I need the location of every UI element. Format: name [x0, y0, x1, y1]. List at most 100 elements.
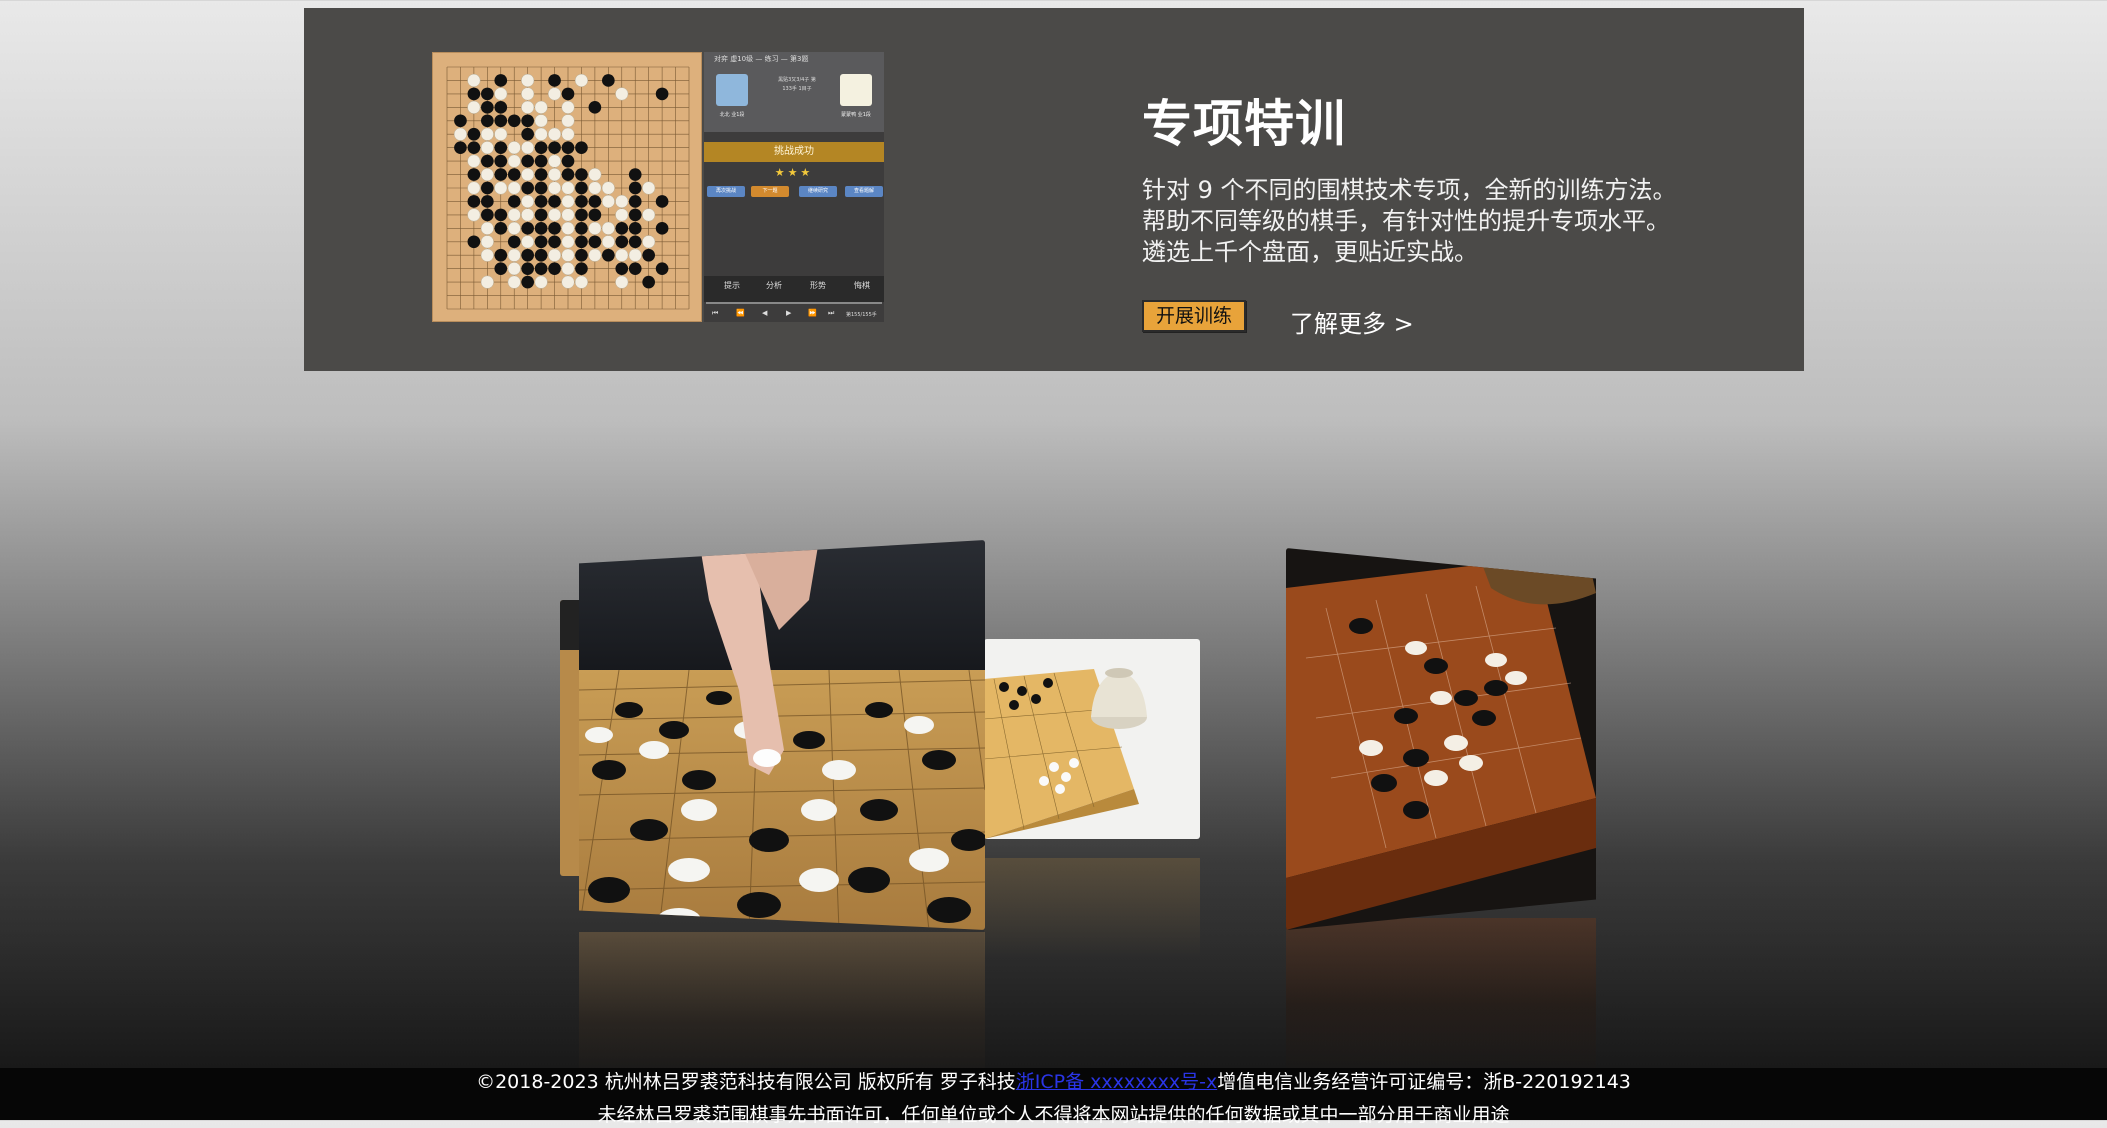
wooden-board-photo[interactable]: [1286, 548, 1596, 930]
black-stone: [534, 154, 548, 168]
black-stone: [575, 168, 588, 181]
black-stone: [467, 235, 481, 249]
black-stone: [575, 262, 588, 275]
white-stone: [588, 221, 602, 235]
footer-notice: 未经林吕罗裘范围棋事先书面许可，任何单位或个人不得将本网站提供的任何数据或其中一…: [597, 1104, 1510, 1126]
license-text: 增值电信业务经营许可证编号：浙B-220192143: [1217, 1071, 1631, 1093]
learn-more-link[interactable]: 了解更多 >: [1290, 304, 1414, 339]
board-with-bowl-photo[interactable]: [984, 639, 1200, 839]
black-stone: [642, 248, 655, 262]
analysis-tool: 分析: [766, 281, 782, 290]
white-stone: [601, 194, 615, 209]
white-stone: [615, 208, 629, 222]
black-stone: [521, 127, 534, 141]
forward-five-icon: ⏩: [808, 309, 817, 317]
white-stone: [494, 87, 508, 101]
retry-button: 再次挑战: [707, 186, 745, 197]
player-right-avatar: [840, 74, 872, 106]
white-stone: [615, 248, 629, 262]
result-buttons: 再次挑战 下一题 继续研究 查看题解: [707, 186, 883, 198]
player-left-avatar: [716, 74, 748, 106]
black-stone: [588, 235, 602, 249]
white-stone: [480, 167, 494, 182]
white-stone: [534, 127, 548, 141]
white-stone: [642, 208, 656, 222]
right-photo-reflection: [1286, 918, 1596, 1078]
white-stone: [547, 248, 562, 262]
site-footer: ©2018-2023 杭州林吕罗裘范科技有限公司 版权所有 罗子科技浙ICP备 …: [0, 1068, 2107, 1126]
black-stone: [602, 248, 615, 262]
black-stone: [655, 195, 669, 208]
move-transport: ⏮ ⏪ ◀ ▶ ⏩ ⏭ 第155/155手: [704, 306, 884, 322]
white-stone: [615, 87, 629, 101]
black-stone: [467, 141, 481, 154]
black-stone: [534, 141, 548, 154]
white-stone: [601, 235, 615, 249]
black-stone: [467, 87, 481, 101]
black-stone: [467, 127, 481, 141]
black-stone: [494, 262, 508, 275]
black-stone: [628, 181, 642, 195]
black-stone: [548, 195, 561, 208]
go-board: [432, 52, 702, 322]
description-line: 遴选上千个盘面，更贴近实战。: [1142, 238, 1478, 266]
white-stone: [628, 248, 642, 262]
white-stone: [588, 167, 602, 182]
white-stone: [521, 100, 535, 114]
white-stone: [547, 127, 562, 141]
match-info: 黑贴3又3/4子 第133手 1目子: [778, 77, 816, 92]
start-training-button[interactable]: 开展训练: [1142, 300, 1246, 332]
white-stone: [507, 275, 521, 289]
next-move-icon: ▶: [786, 309, 792, 317]
black-stone: [575, 208, 588, 222]
black-stone: [494, 208, 508, 222]
feature-title: 专项特训: [1142, 95, 1346, 153]
white-stone: [494, 127, 508, 141]
black-stone: [588, 208, 602, 222]
white-stone: [534, 100, 548, 114]
first-move-icon: ⏮: [712, 309, 719, 317]
white-stone: [521, 235, 535, 249]
carousel-back-photo[interactable]: [560, 600, 582, 876]
white-stone: [574, 73, 589, 88]
white-stone: [561, 114, 575, 128]
black-stone: [561, 154, 575, 168]
go-board-grid: [446, 66, 690, 310]
black-stone: [561, 87, 575, 101]
white-stone: [561, 262, 575, 276]
white-stone: [480, 141, 494, 155]
black-stone: [615, 262, 629, 275]
white-stone: [480, 235, 494, 249]
black-stone: [494, 74, 508, 87]
progress-track: [706, 302, 882, 304]
white-stone: [615, 194, 629, 209]
white-stone: [480, 221, 494, 235]
black-stone: [534, 195, 548, 208]
player-left-name: 北北 业1段: [719, 112, 745, 118]
black-stone: [628, 195, 642, 208]
hand-placing-stone-photo[interactable]: [579, 540, 985, 930]
black-stone: [561, 141, 575, 154]
black-stone: [575, 141, 588, 154]
white-stone: [507, 248, 521, 262]
black-stone: [494, 154, 508, 168]
white-stone: [534, 275, 548, 289]
move-counter: 第155/155手: [846, 312, 877, 318]
icp-link[interactable]: 浙ICP备 xxxxxxxx号-x: [1016, 1071, 1217, 1093]
white-stone: [453, 127, 468, 141]
situation-tool: 形势: [810, 281, 826, 290]
tool-bar: 提示 分析 形势 悔棋: [704, 276, 884, 302]
black-stone: [494, 248, 508, 262]
black-stone: [602, 74, 615, 87]
white-stone: [615, 275, 629, 289]
last-move-icon: ⏭: [828, 309, 835, 317]
white-stone: [507, 221, 521, 235]
black-stone: [494, 168, 508, 181]
white-stone: [561, 235, 575, 249]
white-stone: [547, 154, 562, 168]
player-info-bar: 对弈 虚10级 — 练习 — 第3题 北北 业1段 蒙蒙鸭 业1段 黑贴3又3/…: [704, 52, 884, 132]
white-stone: [642, 235, 656, 249]
black-stone: [494, 101, 508, 114]
white-stone: [521, 194, 535, 209]
black-stone: [521, 114, 534, 128]
